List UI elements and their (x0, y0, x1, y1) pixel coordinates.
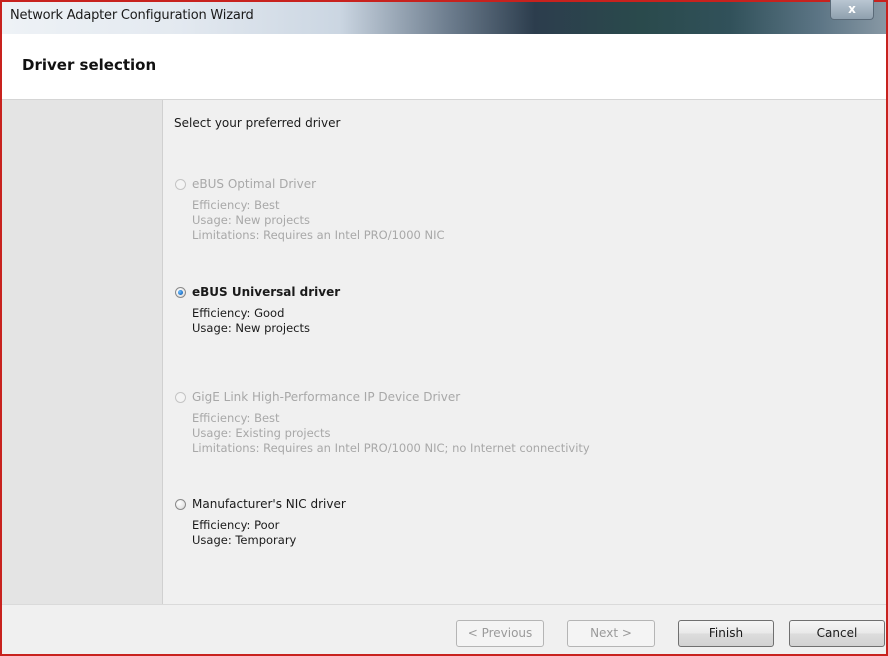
detail-efficiency: Efficiency: Poor (192, 518, 280, 532)
detail-limitations: Limitations: Requires an Intel PRO/1000 … (192, 228, 445, 242)
next-button[interactable]: Next > (567, 620, 655, 647)
cancel-button[interactable]: Cancel (789, 620, 885, 647)
footer-left-area (2, 604, 163, 654)
option-details: Efficiency: Good Usage: New projects (192, 306, 340, 336)
wizard-header: Driver selection (2, 34, 886, 100)
option-details: Efficiency: Poor Usage: Temporary (192, 518, 346, 548)
detail-efficiency: Efficiency: Good (192, 306, 285, 320)
option-label[interactable]: eBUS Universal driver (192, 285, 340, 299)
detail-limitations: Limitations: Requires an Intel PRO/1000 … (192, 441, 590, 455)
option-ebus-universal-driver[interactable]: eBUS Universal driver Efficiency: Good U… (175, 284, 340, 336)
instruction-text: Select your preferred driver (174, 116, 341, 130)
radio-ebus-universal-driver[interactable] (175, 286, 186, 298)
option-label: eBUS Optimal Driver (192, 177, 317, 191)
option-label: GigE Link High-Performance IP Device Dri… (192, 390, 461, 404)
previous-button[interactable]: < Previous (456, 620, 544, 647)
window-title: Network Adapter Configuration Wizard (10, 8, 254, 23)
detail-usage: Usage: Existing projects (192, 426, 331, 440)
wizard-footer: < Previous Next > Finish Cancel (163, 604, 886, 654)
wizard-window: Network Adapter Configuration Wizard x D… (0, 0, 888, 656)
finish-button[interactable]: Finish (678, 620, 774, 647)
detail-efficiency: Efficiency: Best (192, 198, 280, 212)
option-manufacturer-nic-driver[interactable]: Manufacturer's NIC driver Efficiency: Po… (175, 496, 346, 548)
radio-gige-link-driver (175, 391, 186, 403)
wizard-sidebar (2, 100, 163, 604)
close-button[interactable]: x (830, 0, 874, 20)
option-ebus-optimal-driver: eBUS Optimal Driver Efficiency: Best Usa… (175, 176, 445, 243)
radio-ebus-optimal-driver (175, 178, 186, 190)
detail-usage: Usage: Temporary (192, 533, 297, 547)
detail-usage: Usage: New projects (192, 213, 311, 227)
page-title: Driver selection (22, 56, 157, 74)
option-label[interactable]: Manufacturer's NIC driver (192, 497, 346, 511)
close-icon: x (848, 2, 856, 16)
detail-efficiency: Efficiency: Best (192, 411, 280, 425)
detail-usage: Usage: New projects (192, 321, 311, 335)
title-bar[interactable]: Network Adapter Configuration Wizard x (2, 0, 886, 34)
option-details: Efficiency: Best Usage: New projects Lim… (192, 198, 445, 243)
radio-manufacturer-nic-driver[interactable] (175, 498, 186, 510)
option-details: Efficiency: Best Usage: Existing project… (192, 411, 590, 456)
option-gige-link-driver: GigE Link High-Performance IP Device Dri… (175, 389, 590, 456)
driver-options-panel: Select your preferred driver eBUS Optima… (163, 100, 886, 604)
